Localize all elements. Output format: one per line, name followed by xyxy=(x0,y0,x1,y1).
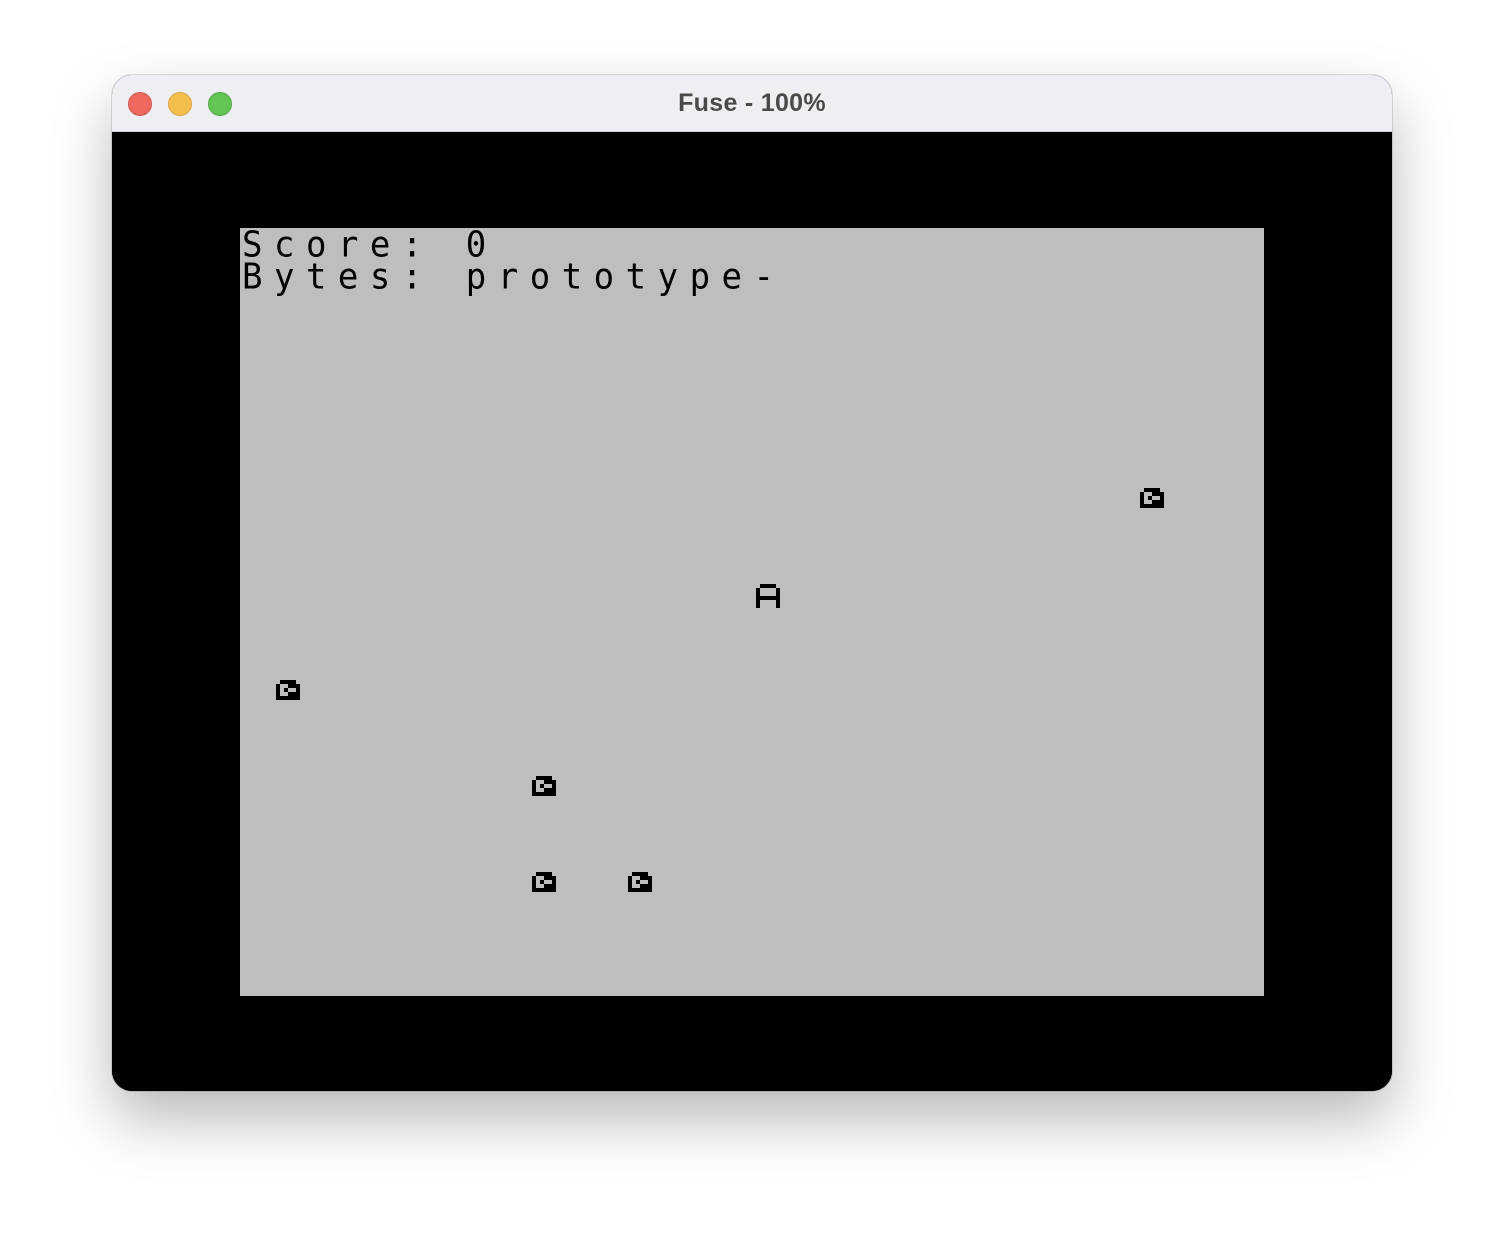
enemy-disc-icon xyxy=(528,868,560,900)
player-sprite xyxy=(752,580,784,612)
emulator-window: Fuse - 100% Score: 0 Bytes: prototype- xyxy=(112,75,1392,1091)
window-title: Fuse - 100% xyxy=(678,89,826,117)
emulator-screen-border[interactable]: Score: 0 Bytes: prototype- xyxy=(112,132,1392,1091)
enemy-disc-icon xyxy=(624,868,656,900)
enemy-disc-icon xyxy=(272,676,304,708)
bytes-line: Bytes: prototype- xyxy=(242,255,786,298)
game-playfield[interactable]: Score: 0 Bytes: prototype- xyxy=(240,227,1264,996)
title-bar[interactable]: Fuse - 100% xyxy=(112,75,1392,132)
enemy-disc-icon xyxy=(528,772,560,804)
enemy-disc-icon xyxy=(1136,484,1168,516)
